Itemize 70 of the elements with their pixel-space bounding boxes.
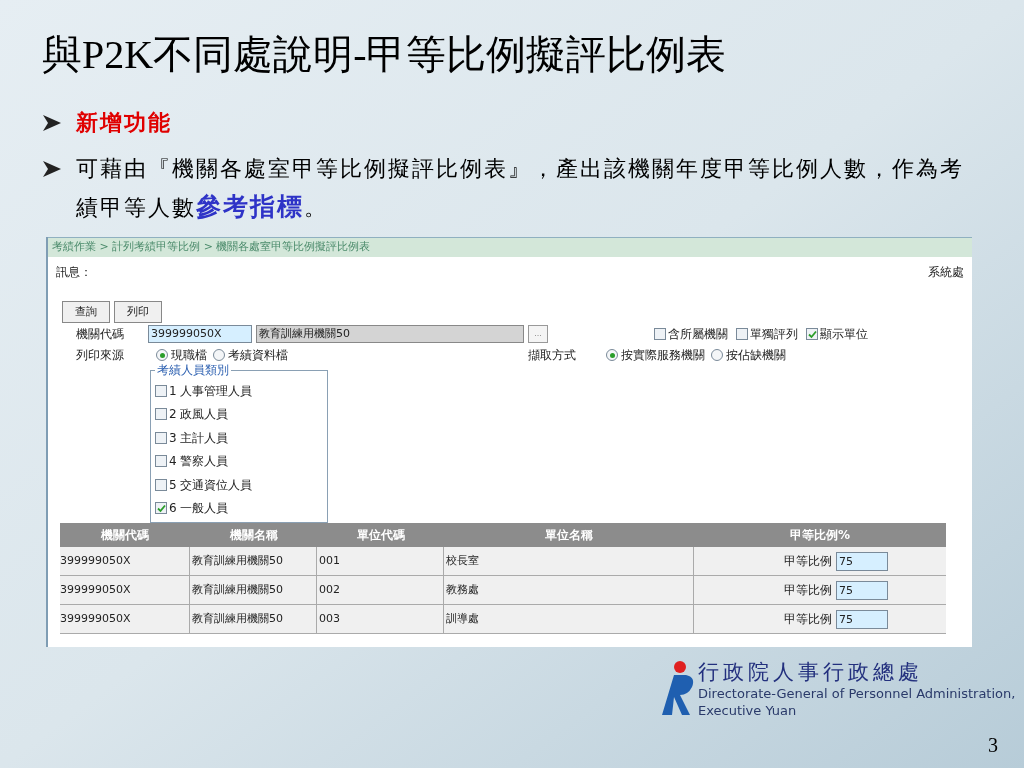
agency-code-field[interactable]: 399999050X: [148, 325, 252, 343]
checkbox[interactable]: [155, 455, 167, 468]
checkbox-label: 顯示單位: [820, 326, 868, 343]
logo-name-english: Directorate-General of Personnel Administration,: [698, 685, 1016, 703]
checkbox[interactable]: [155, 408, 167, 421]
checkbox-label: 2 政風人員: [169, 406, 229, 424]
table-cell: 399999050X: [60, 605, 190, 633]
logo-name-chinese: 行政院人事行政總處: [698, 659, 924, 685]
column-header: 機關代碼: [100, 527, 150, 544]
system-text: 系統處: [928, 264, 964, 281]
checkbox-label: 1 人事管理人員: [169, 382, 253, 400]
form-button[interactable]: 查詢: [62, 301, 110, 323]
breadcrumb-bar: 考績作業 > 計列考績甲等比例 > 機關各處室甲等比例擬評比例表: [48, 237, 972, 257]
checkbox[interactable]: [155, 431, 167, 444]
table-cell: 399999050X: [60, 547, 190, 575]
checkbox[interactable]: [806, 328, 818, 340]
arrow-bullet-icon: [42, 114, 62, 132]
slide-title: 與P2K不同處說明-甲等比例擬評比例表: [42, 35, 727, 75]
table-cell: 校長室: [444, 547, 694, 575]
table-cell: 002: [317, 576, 444, 604]
field-label: 機關代碼: [76, 326, 125, 343]
bullet-heading: 新增功能: [76, 109, 172, 137]
field-label: 列印來源: [76, 347, 125, 364]
table-cell: 教育訓練用機關50: [190, 547, 317, 575]
checkbox[interactable]: [155, 502, 167, 515]
checkbox[interactable]: [155, 478, 167, 491]
agency-name-field: 教育訓練用機關50: [256, 325, 524, 343]
column-header: 甲等比例%: [789, 527, 851, 544]
checkbox-label: 3 主計人員: [169, 429, 229, 447]
checkbox[interactable]: [155, 384, 167, 397]
checkbox-label: 單獨評列: [750, 326, 798, 343]
table-cell: 教育訓練用機關50: [190, 576, 317, 604]
checkbox[interactable]: [736, 328, 748, 340]
checkbox-label: 4 警察人員: [169, 453, 229, 471]
radio-button[interactable]: [213, 349, 225, 361]
ratio-label: 甲等比例: [784, 611, 832, 628]
checkbox-label: 5 交通資位人員: [169, 476, 253, 494]
checkbox-label: 含所屬機關: [668, 326, 728, 343]
table-cell: 001: [317, 547, 444, 575]
logo-name-english: Executive Yuan: [698, 703, 798, 719]
page-number: 3: [988, 733, 998, 758]
form-button[interactable]: 列印: [114, 301, 162, 323]
ratio-label: 甲等比例: [784, 553, 832, 570]
column-header: 單位代碼: [355, 527, 406, 544]
bullet-text: 可藉由『機關各處室甲等比例擬評比例表』，產出該機關年度甲等比例人數，作為考績甲等人數參考指標。: [76, 155, 964, 222]
group-legend: 考績人員類別: [155, 361, 231, 379]
field-label: 擷取方式: [528, 347, 577, 364]
column-header: 單位名稱: [544, 527, 594, 544]
ratio-label: 甲等比例: [784, 582, 832, 599]
message-label: 訊息：: [56, 264, 92, 281]
table-cell: 教務處: [444, 576, 694, 604]
radio-button[interactable]: [606, 349, 618, 361]
ratio-field[interactable]: 75: [836, 580, 888, 600]
checkbox-label: 6 一般人員: [169, 500, 229, 518]
radio-button[interactable]: [156, 349, 168, 361]
logo-icon: [660, 659, 696, 717]
ratio-field[interactable]: 75: [836, 551, 888, 571]
table-cell: 003: [317, 605, 444, 633]
arrow-bullet-icon: [42, 160, 62, 178]
radio-button[interactable]: [711, 349, 723, 361]
column-header: 機關名稱: [228, 527, 279, 544]
ratio-field[interactable]: 75: [836, 609, 888, 629]
radio-label: 按佔缺機關: [726, 347, 786, 364]
table-cell: 399999050X: [60, 576, 190, 604]
radio-label: 現職檔: [171, 347, 207, 364]
checkbox[interactable]: [654, 328, 666, 340]
radio-label: 按實際服務機關: [621, 347, 705, 364]
table-cell: 教育訓練用機關50: [190, 605, 317, 633]
table-cell: 訓導處: [444, 605, 694, 633]
radio-label: 考績資料檔: [228, 347, 288, 364]
